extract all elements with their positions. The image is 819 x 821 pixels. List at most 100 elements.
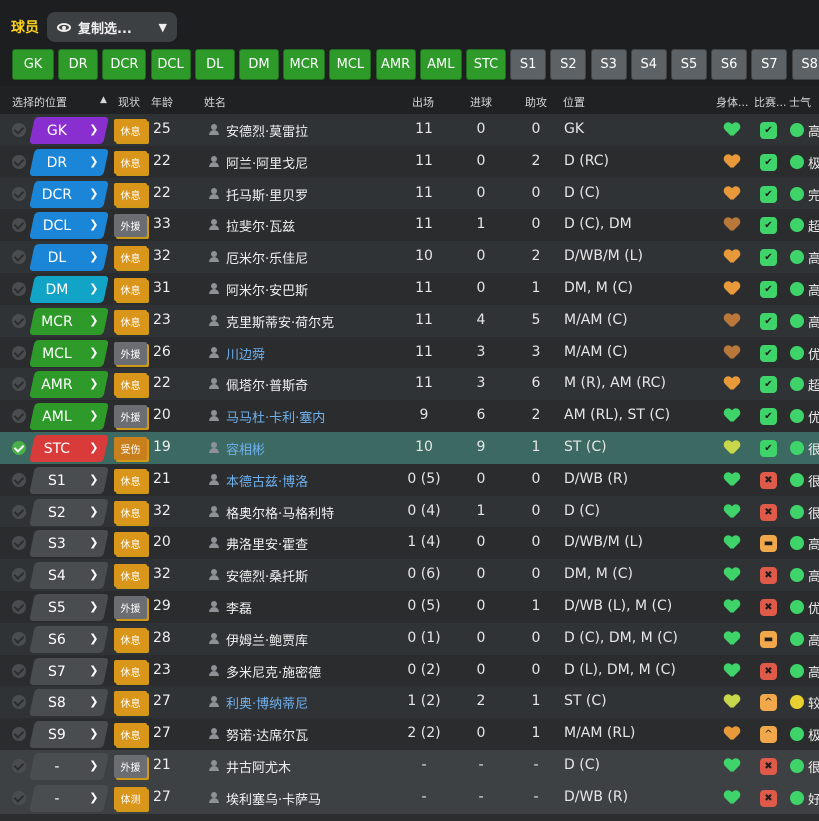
row-checkbox[interactable]	[12, 123, 26, 137]
player-name[interactable]: 拉斐尔·瓦兹	[226, 216, 295, 235]
col-morale[interactable]: 士气	[789, 94, 811, 110]
position-selector[interactable]: - ❯	[29, 784, 109, 812]
position-filter-s5[interactable]: S5	[671, 49, 707, 80]
position-filter-mcl[interactable]: MCL	[329, 49, 372, 80]
position-filter-s3[interactable]: S3	[590, 49, 627, 80]
row-checkbox[interactable]	[12, 282, 26, 296]
row-checkbox[interactable]	[12, 663, 26, 678]
player-name[interactable]: 利奥·博纳蒂尼	[226, 693, 308, 712]
position-selector[interactable]: GK ❯	[29, 117, 109, 144]
col-position[interactable]: 位置	[563, 94, 585, 110]
position-filter-dm[interactable]: DM	[239, 49, 279, 80]
row-checkbox[interactable]	[12, 727, 26, 742]
player-name[interactable]: 井古阿尤木	[226, 757, 291, 776]
position-selector[interactable]: AML ❯	[29, 403, 109, 431]
position-selector[interactable]: S6 ❯	[29, 625, 109, 653]
table-row[interactable]: AMR ❯ 休息 22 佩塔尔·普斯奇 11 3 6 M (R), AM (RC) ✔ 超	[0, 368, 819, 401]
position-selector[interactable]: DR ❯	[29, 148, 109, 176]
player-name[interactable]: 努诺·达席尔瓦	[226, 725, 308, 744]
table-row[interactable]: S1 ❯ 休息 21 本德古兹·博洛 0 (5) 0 0 D/WB (R) ✖ 很	[0, 463, 819, 496]
col-name[interactable]: 姓名	[204, 94, 226, 110]
position-selector[interactable]: STC ❯	[29, 435, 109, 462]
table-row[interactable]: - ❯ 体测 27 埃利塞乌·卡萨马 - - - D/WB (R) ✖ 好	[0, 781, 819, 814]
view-selector[interactable]: 复制选... ▼	[47, 12, 177, 42]
position-selector[interactable]: S3 ❯	[29, 530, 109, 558]
row-checkbox[interactable]	[12, 600, 26, 614]
player-name[interactable]: 格奥尔格·马格利特	[226, 503, 334, 522]
player-name[interactable]: 托马斯·里贝罗	[226, 185, 308, 204]
table-row[interactable]: DCR ❯ 休息 22 托马斯·里贝罗 11 0 0 D (C) ✔ 完	[0, 177, 819, 210]
row-checkbox[interactable]	[12, 536, 26, 551]
position-selector[interactable]: DL ❯	[29, 244, 109, 272]
table-row[interactable]: S6 ❯ 休息 28 伊姆兰·鲍贾库 0 (1) 0 0 D (C), DM, M (C) ▬ 高	[0, 622, 819, 655]
col-status[interactable]: 现状	[118, 94, 140, 110]
position-filter-dl[interactable]: DL	[194, 49, 235, 80]
row-checkbox[interactable]	[12, 345, 26, 360]
table-row[interactable]: S2 ❯ 休息 32 格奥尔格·马格利特 0 (4) 1 0 D (C) ✖ 很	[0, 495, 819, 528]
position-selector[interactable]: AMR ❯	[29, 371, 109, 399]
col-apps[interactable]: 出场	[412, 94, 434, 110]
position-filter-dr[interactable]: DR	[58, 49, 99, 80]
position-filter-dcl[interactable]: DCL	[150, 49, 191, 80]
table-row[interactable]: S3 ❯ 休息 20 弗洛里安·霍查 1 (4) 0 0 D/WB/M (L) ▬ 高	[0, 527, 819, 560]
position-selector[interactable]: S9 ❯	[29, 721, 109, 749]
row-checkbox[interactable]	[12, 377, 26, 392]
row-checkbox[interactable]	[12, 631, 26, 646]
col-selected-position[interactable]: 选择的位置	[12, 94, 67, 110]
table-row[interactable]: - ❯ 外援 21 井古阿尤木 - - - D (C) ✖ 很	[0, 750, 819, 782]
position-selector[interactable]: S1 ❯	[29, 466, 109, 494]
player-name[interactable]: 弗洛里安·霍查	[226, 534, 308, 553]
row-checkbox[interactable]	[12, 759, 26, 773]
player-name[interactable]: 阿米尔·安巴斯	[226, 280, 308, 299]
table-row[interactable]: S7 ❯ 休息 23 多米尼克·施密德 0 (2) 0 0 D (L), DM, M (C) ✖ 高	[0, 654, 819, 687]
table-row[interactable]: S9 ❯ 休息 27 努诺·达席尔瓦 2 (2) 0 1 M/AM (RL) ^ 极	[0, 718, 819, 751]
position-filter-s8[interactable]: S8	[791, 49, 819, 80]
position-selector[interactable]: - ❯	[29, 753, 109, 780]
row-checkbox[interactable]	[12, 472, 26, 487]
position-filter-s2[interactable]: S2	[550, 49, 587, 80]
player-name[interactable]: 本德古兹·博洛	[226, 471, 308, 490]
row-checkbox[interactable]	[12, 695, 26, 710]
position-filter-s6[interactable]: S6	[711, 49, 748, 80]
row-checkbox[interactable]	[12, 504, 26, 519]
position-selector[interactable]: S2 ❯	[29, 498, 109, 526]
row-checkbox[interactable]	[12, 790, 26, 805]
player-name[interactable]: 安德烈·桑托斯	[226, 566, 308, 585]
row-checkbox[interactable]	[12, 313, 26, 328]
table-row[interactable]: S5 ❯ 外援 29 李磊 0 (5) 0 1 D/WB (L), M (C) ✖ 优	[0, 591, 819, 623]
position-filter-stc[interactable]: STC	[466, 49, 506, 80]
position-selector[interactable]: S7 ❯	[29, 657, 109, 685]
position-selector[interactable]: DCR ❯	[29, 180, 109, 208]
row-checkbox[interactable]	[12, 250, 26, 265]
player-name[interactable]: 容相彬	[226, 439, 265, 458]
position-selector[interactable]: DM ❯	[29, 276, 109, 303]
table-row[interactable]: MCR ❯ 休息 23 克里斯蒂安·荷尔克 11 4 5 M/AM (C) ✔ 高	[0, 304, 819, 337]
col-goals[interactable]: 进球	[470, 94, 492, 110]
position-selector[interactable]: S8 ❯	[29, 689, 109, 717]
table-row[interactable]: DR ❯ 休息 22 阿兰·阿里戈尼 11 0 2 D (RC) ✔ 极	[0, 145, 819, 178]
table-row[interactable]: MCL ❯ 外援 26 川边舜 11 3 3 M/AM (C) ✔ 优	[0, 336, 819, 369]
row-checkbox[interactable]	[12, 154, 26, 169]
player-name[interactable]: 克里斯蒂安·荷尔克	[226, 312, 334, 331]
player-name[interactable]: 多米尼克·施密德	[226, 662, 321, 681]
position-filter-s4[interactable]: S4	[630, 49, 667, 80]
player-name[interactable]: 马马杜·卡利·塞内	[226, 407, 325, 426]
player-name[interactable]: 川边舜	[226, 344, 265, 363]
table-row[interactable]: S8 ❯ 休息 27 利奥·博纳蒂尼 1 (2) 2 1 ST (C) ^ 较	[0, 686, 819, 719]
position-filter-s7[interactable]: S7	[751, 49, 788, 80]
table-row[interactable]: STC ❯ 受伤 19 容相彬 10 9 1 ST (C) ✔ 很	[0, 432, 819, 464]
position-filter-mcr[interactable]: MCR	[283, 49, 326, 80]
row-checkbox[interactable]	[12, 568, 26, 583]
position-filter-aml[interactable]: AML	[419, 49, 462, 80]
player-name[interactable]: 李磊	[226, 598, 252, 617]
player-name[interactable]: 阿兰·阿里戈尼	[226, 153, 308, 172]
table-row[interactable]: DM ❯ 休息 31 阿米尔·安巴斯 11 0 1 DM, M (C) ✔ 高	[0, 273, 819, 305]
position-filter-amr[interactable]: AMR	[375, 49, 416, 80]
position-selector[interactable]: MCL ❯	[29, 339, 109, 367]
position-selector[interactable]: MCR ❯	[29, 307, 109, 335]
player-name[interactable]: 伊姆兰·鲍贾库	[226, 630, 308, 649]
row-checkbox[interactable]	[12, 218, 26, 233]
position-filter-dcr[interactable]: DCR	[102, 49, 147, 80]
table-row[interactable]: DL ❯ 休息 32 厄米尔·乐佳尼 10 0 2 D/WB/M (L) ✔ 高	[0, 241, 819, 274]
table-row[interactable]: GK ❯ 休息 25 安德烈·莫雷拉 11 0 0 GK ✔ 高	[0, 114, 819, 146]
